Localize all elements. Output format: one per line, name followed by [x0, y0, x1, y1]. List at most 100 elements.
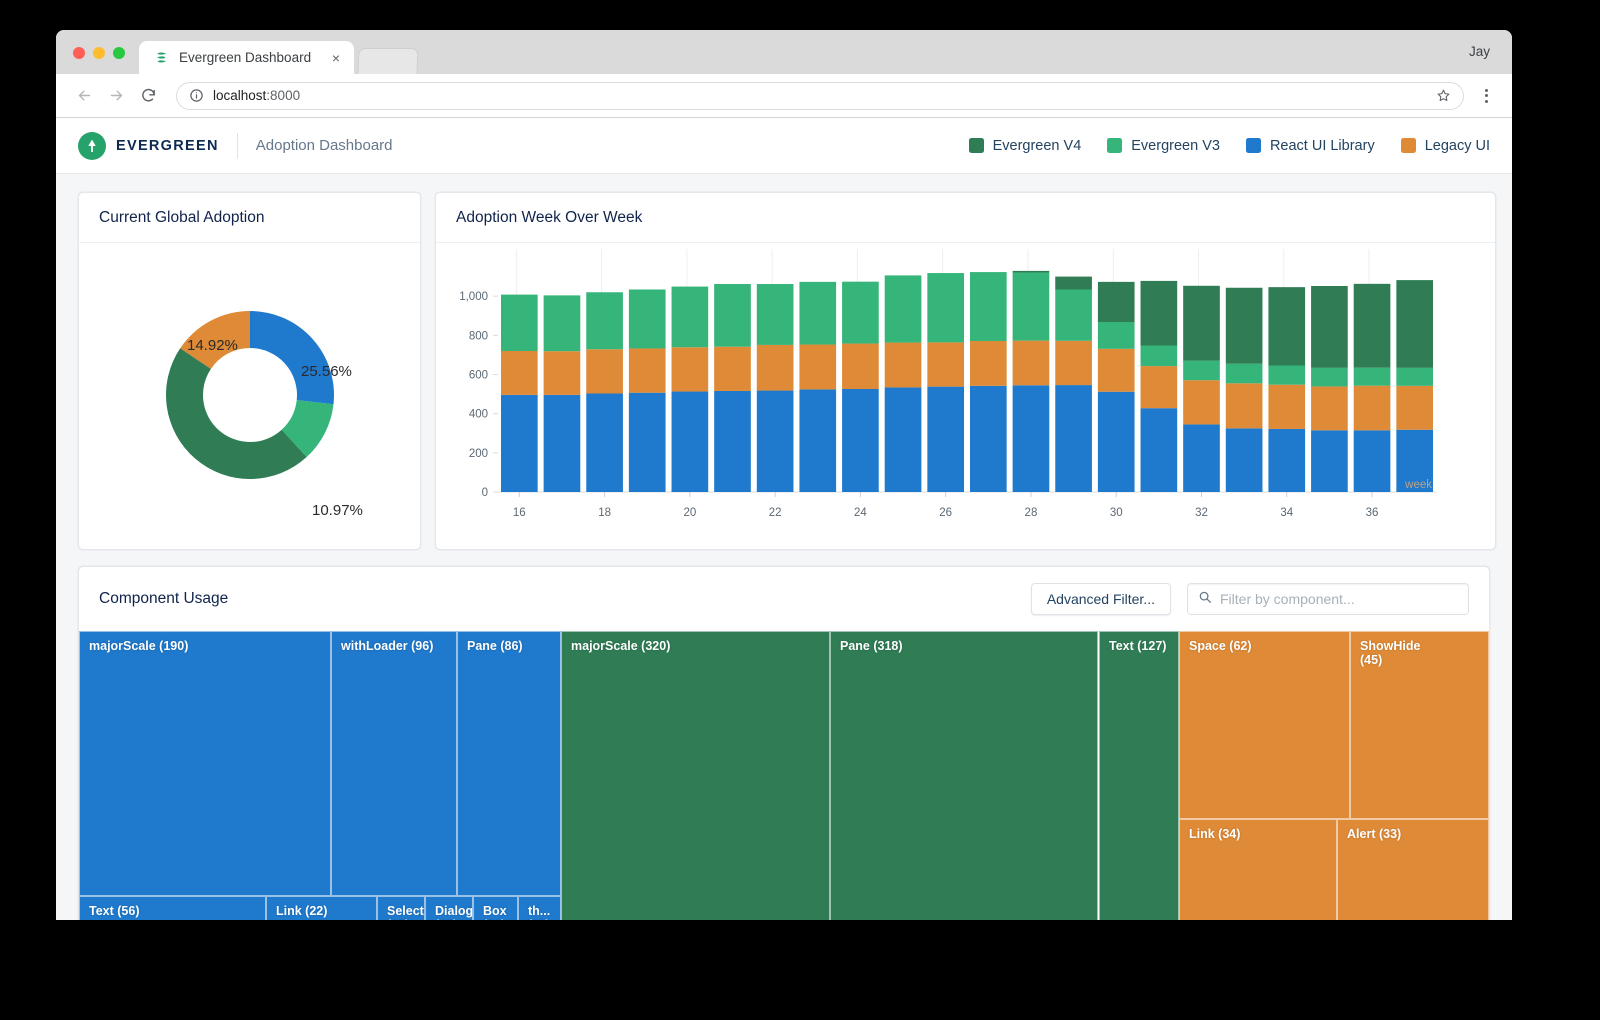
bar-segment[interactable] — [1141, 366, 1178, 408]
bar-segment[interactable] — [714, 284, 751, 347]
bar-segment[interactable] — [1098, 392, 1135, 492]
bar-segment[interactable] — [672, 347, 709, 391]
bar-segment[interactable] — [757, 391, 794, 492]
legend-item-evergreen-v4[interactable]: Evergreen V4 — [969, 138, 1082, 154]
bar-segment[interactable] — [1268, 429, 1305, 492]
treemap-tile[interactable]: withLoader (96) — [331, 631, 457, 896]
bar-segment[interactable] — [1354, 386, 1391, 431]
bar-segment[interactable] — [544, 395, 581, 492]
bar-segment[interactable] — [885, 343, 922, 388]
bar-segment[interactable] — [1055, 385, 1092, 492]
bar-segment[interactable] — [1226, 428, 1263, 492]
bar-segment[interactable] — [1183, 361, 1220, 381]
treemap-tile[interactable]: majorScale (190) — [79, 631, 331, 896]
treemap-tile[interactable]: Link (34) — [1179, 819, 1337, 920]
bar-segment[interactable] — [544, 351, 581, 395]
bar-segment[interactable] — [1013, 271, 1050, 273]
bar-segment[interactable] — [629, 393, 666, 492]
minimize-window-button[interactable] — [93, 47, 105, 59]
bar-segment[interactable] — [1055, 277, 1092, 290]
bar-segment[interactable] — [1311, 286, 1348, 368]
treemap-tile[interactable]: majorScale (320) — [561, 631, 830, 920]
bar-segment[interactable] — [501, 351, 538, 395]
bar-segment[interactable] — [1098, 322, 1135, 349]
bar-segment[interactable] — [1396, 368, 1433, 386]
search-input[interactable] — [1220, 591, 1458, 607]
advanced-filter-button[interactable]: Advanced Filter... — [1031, 583, 1171, 615]
close-tab-button[interactable]: × — [328, 49, 344, 67]
treemap-tile[interactable]: Pane (86) — [457, 631, 561, 896]
treemap-tile[interactable]: Alert (33) — [1337, 819, 1489, 920]
bar-segment[interactable] — [1098, 349, 1135, 392]
bar-segment[interactable] — [885, 275, 922, 342]
bar-segment[interactable] — [1141, 346, 1178, 367]
bar-segment[interactable] — [1396, 386, 1433, 430]
bar-segment[interactable] — [1268, 385, 1305, 429]
bar-segment[interactable] — [842, 389, 879, 492]
bar-segment[interactable] — [672, 392, 709, 492]
bar-segment[interactable] — [799, 345, 836, 390]
bar-segment[interactable] — [1141, 281, 1178, 346]
bar-segment[interactable] — [1226, 288, 1263, 364]
treemap-tile[interactable]: Dialog (13) — [425, 896, 473, 920]
window-controls[interactable] — [73, 47, 125, 59]
treemap-tile[interactable]: Text (56) — [79, 896, 266, 920]
bar-segment[interactable] — [970, 341, 1007, 386]
bar-segment[interactable] — [1354, 284, 1391, 368]
treemap-tile[interactable]: Space (62) — [1179, 631, 1350, 819]
profile-label[interactable]: Jay — [1469, 44, 1490, 59]
bar-segment[interactable] — [1354, 430, 1391, 492]
treemap-tile[interactable]: th... (11) — [518, 896, 561, 920]
bar-segment[interactable] — [1226, 364, 1263, 384]
bar-segment[interactable] — [799, 389, 836, 492]
bar-segment[interactable] — [757, 345, 794, 391]
bar-segment[interactable] — [970, 386, 1007, 492]
bar-segment[interactable] — [586, 393, 623, 492]
maximize-window-button[interactable] — [113, 47, 125, 59]
bar-segment[interactable] — [1268, 365, 1305, 384]
bar-segment[interactable] — [1013, 341, 1050, 386]
bar-segment[interactable] — [629, 348, 666, 392]
new-tab-button[interactable] — [358, 48, 419, 74]
treemap-tile[interactable]: ShowHide (45) — [1350, 631, 1489, 819]
bar-segment[interactable] — [1055, 290, 1092, 341]
bar-segment[interactable] — [1013, 385, 1050, 492]
bar-segment[interactable] — [1396, 280, 1433, 368]
bar-segment[interactable] — [1183, 286, 1220, 361]
bar-segment[interactable] — [1268, 287, 1305, 365]
bar-segment[interactable] — [501, 295, 538, 351]
bar-segment[interactable] — [885, 387, 922, 492]
close-window-button[interactable] — [73, 47, 85, 59]
component-usage-treemap[interactable]: majorScale (190)withLoader (96)Pane (86)… — [79, 631, 1489, 920]
treemap-tile[interactable]: Text (127) — [1099, 631, 1179, 920]
bar-segment[interactable] — [1183, 380, 1220, 424]
back-arrow-icon[interactable] — [70, 82, 98, 110]
treemap-tile[interactable]: Box (12) — [473, 896, 518, 920]
treemap-tile[interactable]: Link (22) — [266, 896, 377, 920]
stacked-bar-chart[interactable]: 02004006008001,0001618202224262830323436… — [436, 243, 1495, 550]
bar-segment[interactable] — [501, 395, 538, 492]
bar-segment[interactable] — [970, 272, 1007, 341]
bar-segment[interactable] — [1311, 430, 1348, 492]
bar-segment[interactable] — [1141, 408, 1178, 492]
bar-segment[interactable] — [757, 284, 794, 345]
bar-segment[interactable] — [1311, 386, 1348, 430]
bar-segment[interactable] — [799, 282, 836, 345]
bar-segment[interactable] — [1013, 272, 1050, 340]
bar-segment[interactable] — [586, 292, 623, 349]
kebab-menu-icon[interactable] — [1474, 82, 1498, 110]
star-icon[interactable] — [1436, 88, 1451, 103]
legend-item-evergreen-v3[interactable]: Evergreen V3 — [1107, 138, 1220, 154]
bar-segment[interactable] — [714, 347, 751, 391]
bar-segment[interactable] — [927, 273, 964, 342]
browser-tab-active[interactable]: Evergreen Dashboard × — [139, 41, 354, 74]
bar-segment[interactable] — [544, 295, 581, 351]
donut-chart[interactable]: 25.56%10.97%44.11%14.92% — [79, 243, 420, 550]
bar-segment[interactable] — [927, 387, 964, 492]
bar-segment[interactable] — [714, 391, 751, 492]
forward-arrow-icon[interactable] — [102, 82, 130, 110]
bar-segment[interactable] — [842, 282, 879, 344]
legend-item-react-ui-library[interactable]: React UI Library — [1246, 138, 1375, 154]
bar-segment[interactable] — [1226, 383, 1263, 428]
treemap-tile[interactable]: Select (13) — [377, 896, 425, 920]
